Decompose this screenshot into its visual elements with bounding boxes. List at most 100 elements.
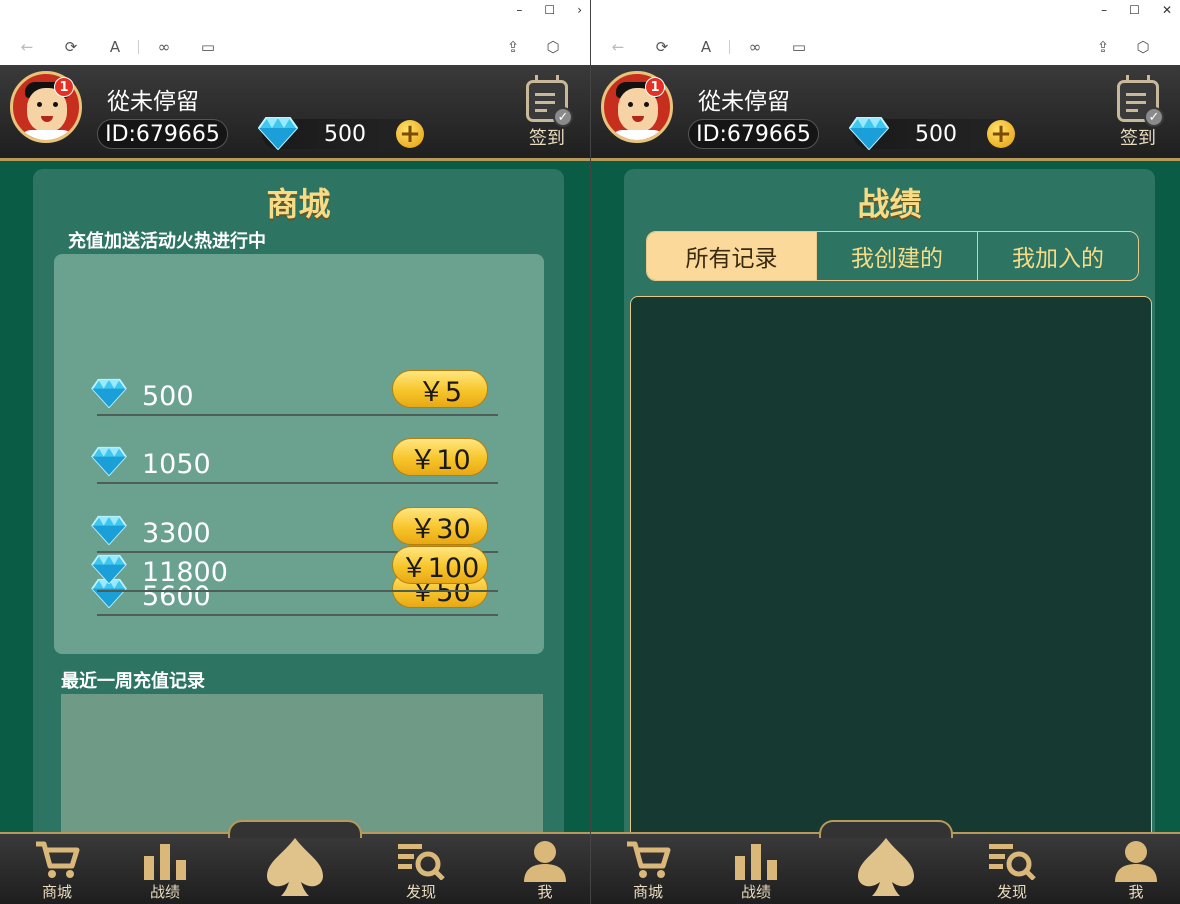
browser-toolbar: ← ⟳ A ∞ ▭ ⇪ ⬡ xyxy=(591,30,1180,64)
link-icon[interactable]: ∞ xyxy=(151,34,177,60)
share-icon[interactable]: ⇪ xyxy=(500,34,526,60)
nav-record[interactable]: 战绩 xyxy=(120,834,210,904)
gem-balance: 500 + xyxy=(849,117,1015,150)
nav-discover-label: 发现 xyxy=(996,883,1027,901)
diamond-icon xyxy=(91,554,127,584)
back-icon[interactable]: ← xyxy=(605,34,631,60)
text-icon[interactable]: A xyxy=(693,34,719,60)
buy-button[interactable]: ￥30 xyxy=(392,507,488,545)
spade-icon xyxy=(267,838,323,896)
refresh-icon[interactable]: ⟳ xyxy=(649,34,675,60)
share-icon[interactable]: ⇪ xyxy=(1090,34,1116,60)
search-list-icon xyxy=(989,844,1036,880)
browser-toolbar: ← ⟳ A ∞ ▭ ⇪ ⬡ xyxy=(0,30,590,64)
diamond-icon xyxy=(91,446,127,476)
records-panel: 战绩 所有记录 我创建的 我加入的 xyxy=(624,169,1155,869)
page-title: 商城 xyxy=(266,185,331,223)
cube-icon[interactable]: ⬡ xyxy=(540,34,566,60)
signin-button[interactable]: ✓ 签到 xyxy=(1115,75,1164,152)
nav-discover[interactable]: 发现 xyxy=(376,834,466,904)
nav-shop-label: 商城 xyxy=(41,883,72,901)
signin-label: 签到 xyxy=(529,128,565,149)
gem-amount: 500 xyxy=(142,381,194,412)
user-id: ID:679665 xyxy=(688,119,819,149)
cube-icon[interactable]: ⬡ xyxy=(1130,34,1156,60)
nav-shop-label: 商城 xyxy=(632,883,663,901)
diamond-icon xyxy=(258,117,298,150)
nav-home[interactable] xyxy=(250,834,340,904)
diamond-icon xyxy=(849,117,889,150)
nav-discover[interactable]: 发现 xyxy=(967,834,1057,904)
signin-label: 签到 xyxy=(1120,128,1156,149)
minimize-icon[interactable]: – xyxy=(1101,3,1107,17)
nav-record[interactable]: 战绩 xyxy=(711,834,801,904)
window-controls: – ☐ › xyxy=(516,0,590,20)
signin-button[interactable]: ✓ 签到 xyxy=(524,75,573,152)
game-screen: 1 從未停留 ID:679665 500 + ✓ 签到 战绩 所有记录 我创建的 xyxy=(591,65,1180,904)
username: 從未停留 xyxy=(107,89,199,115)
nav-record-label: 战绩 xyxy=(149,883,180,901)
gem-amount: 1050 xyxy=(142,449,211,480)
nav-shop[interactable]: 商城 xyxy=(603,834,693,904)
nav-discover-label: 发现 xyxy=(405,883,436,901)
nav-shop[interactable]: 商城 xyxy=(12,834,102,904)
maximize-icon[interactable]: ☐ xyxy=(544,3,555,17)
tab-created[interactable]: 我创建的 xyxy=(817,232,978,280)
game-screen: 1 從未停留 ID:679665 500 + ✓ 签到 商城 充值加送活动火热进… xyxy=(0,65,590,904)
records-list[interactable] xyxy=(630,296,1152,856)
refresh-icon[interactable]: ⟳ xyxy=(58,34,84,60)
window-icon[interactable]: ▭ xyxy=(786,34,812,60)
maximize-icon[interactable]: ☐ xyxy=(1129,3,1140,17)
divider xyxy=(138,40,139,54)
text-icon[interactable]: A xyxy=(102,34,128,60)
nav-me[interactable]: 我 xyxy=(1091,834,1180,904)
shop-item: 11800 ￥100 xyxy=(91,546,498,592)
bar-chart-icon xyxy=(144,844,186,880)
person-icon xyxy=(1115,841,1157,882)
diamond-icon xyxy=(91,515,127,545)
top-bar: 1 從未停留 ID:679665 500 + ✓ 签到 xyxy=(0,65,590,161)
shop-panel: 商城 充值加送活动火热进行中 500 ￥5 1050 ￥10 3300 ￥30 xyxy=(33,169,564,869)
spade-icon xyxy=(858,838,914,896)
bottom-nav: 商城 战绩 发现 我 xyxy=(591,820,1180,904)
window-controls: – ☐ ✕ xyxy=(1101,0,1180,20)
calendar-icon: ✓ xyxy=(526,75,573,127)
window-icon[interactable]: ▭ xyxy=(195,34,221,60)
link-icon[interactable]: ∞ xyxy=(742,34,768,60)
minimize-icon[interactable]: – xyxy=(516,3,522,17)
buy-button[interactable]: ￥5 xyxy=(392,370,488,408)
nav-me-label: 我 xyxy=(537,883,553,901)
gem-amount: 3300 xyxy=(142,518,211,549)
nav-me-label: 我 xyxy=(1128,883,1144,901)
notification-badge: 1 xyxy=(645,77,665,97)
back-icon[interactable]: ← xyxy=(14,34,40,60)
gem-count: 500 xyxy=(324,122,366,147)
promo-text: 充值加送活动火热进行中 xyxy=(68,231,266,252)
shop-list: 500 ￥5 1050 ￥10 3300 ￥30 5600 ￥50 xyxy=(54,254,544,654)
divider xyxy=(729,40,730,54)
user-id: ID:679665 xyxy=(97,119,228,149)
close-icon[interactable]: › xyxy=(577,3,582,17)
gem-amount: 11800 xyxy=(142,557,228,588)
browser-window-records: – ☐ ✕ ← ⟳ A ∞ ▭ ⇪ ⬡ 1 從未停留 ID:679665 500… xyxy=(590,0,1180,904)
cart-icon xyxy=(627,841,671,878)
browser-window-shop: – ☐ › ← ⟳ A ∞ ▭ ⇪ ⬡ 1 從未停留 ID:679665 500… xyxy=(0,0,590,904)
top-bar: 1 從未停留 ID:679665 500 + ✓ 签到 xyxy=(591,65,1180,161)
nav-home[interactable] xyxy=(841,834,931,904)
nav-me[interactable]: 我 xyxy=(500,834,590,904)
tab-joined[interactable]: 我加入的 xyxy=(978,232,1138,280)
plus-icon[interactable]: + xyxy=(396,120,424,148)
shop-item: 1050 ￥10 xyxy=(91,438,498,484)
nav-record-label: 战绩 xyxy=(740,883,771,901)
gem-count: 500 xyxy=(915,122,957,147)
person-icon xyxy=(524,841,566,882)
shop-item: 500 ￥5 xyxy=(91,370,498,416)
buy-button[interactable]: ￥100 xyxy=(392,546,488,584)
close-icon[interactable]: ✕ xyxy=(1162,3,1172,17)
bottom-nav: 商城 战绩 发现 我 xyxy=(0,820,590,904)
plus-icon[interactable]: + xyxy=(987,120,1015,148)
calendar-icon: ✓ xyxy=(1117,75,1164,127)
tab-all-records[interactable]: 所有记录 xyxy=(647,232,817,280)
buy-button[interactable]: ￥10 xyxy=(392,438,488,476)
search-list-icon xyxy=(398,844,445,880)
